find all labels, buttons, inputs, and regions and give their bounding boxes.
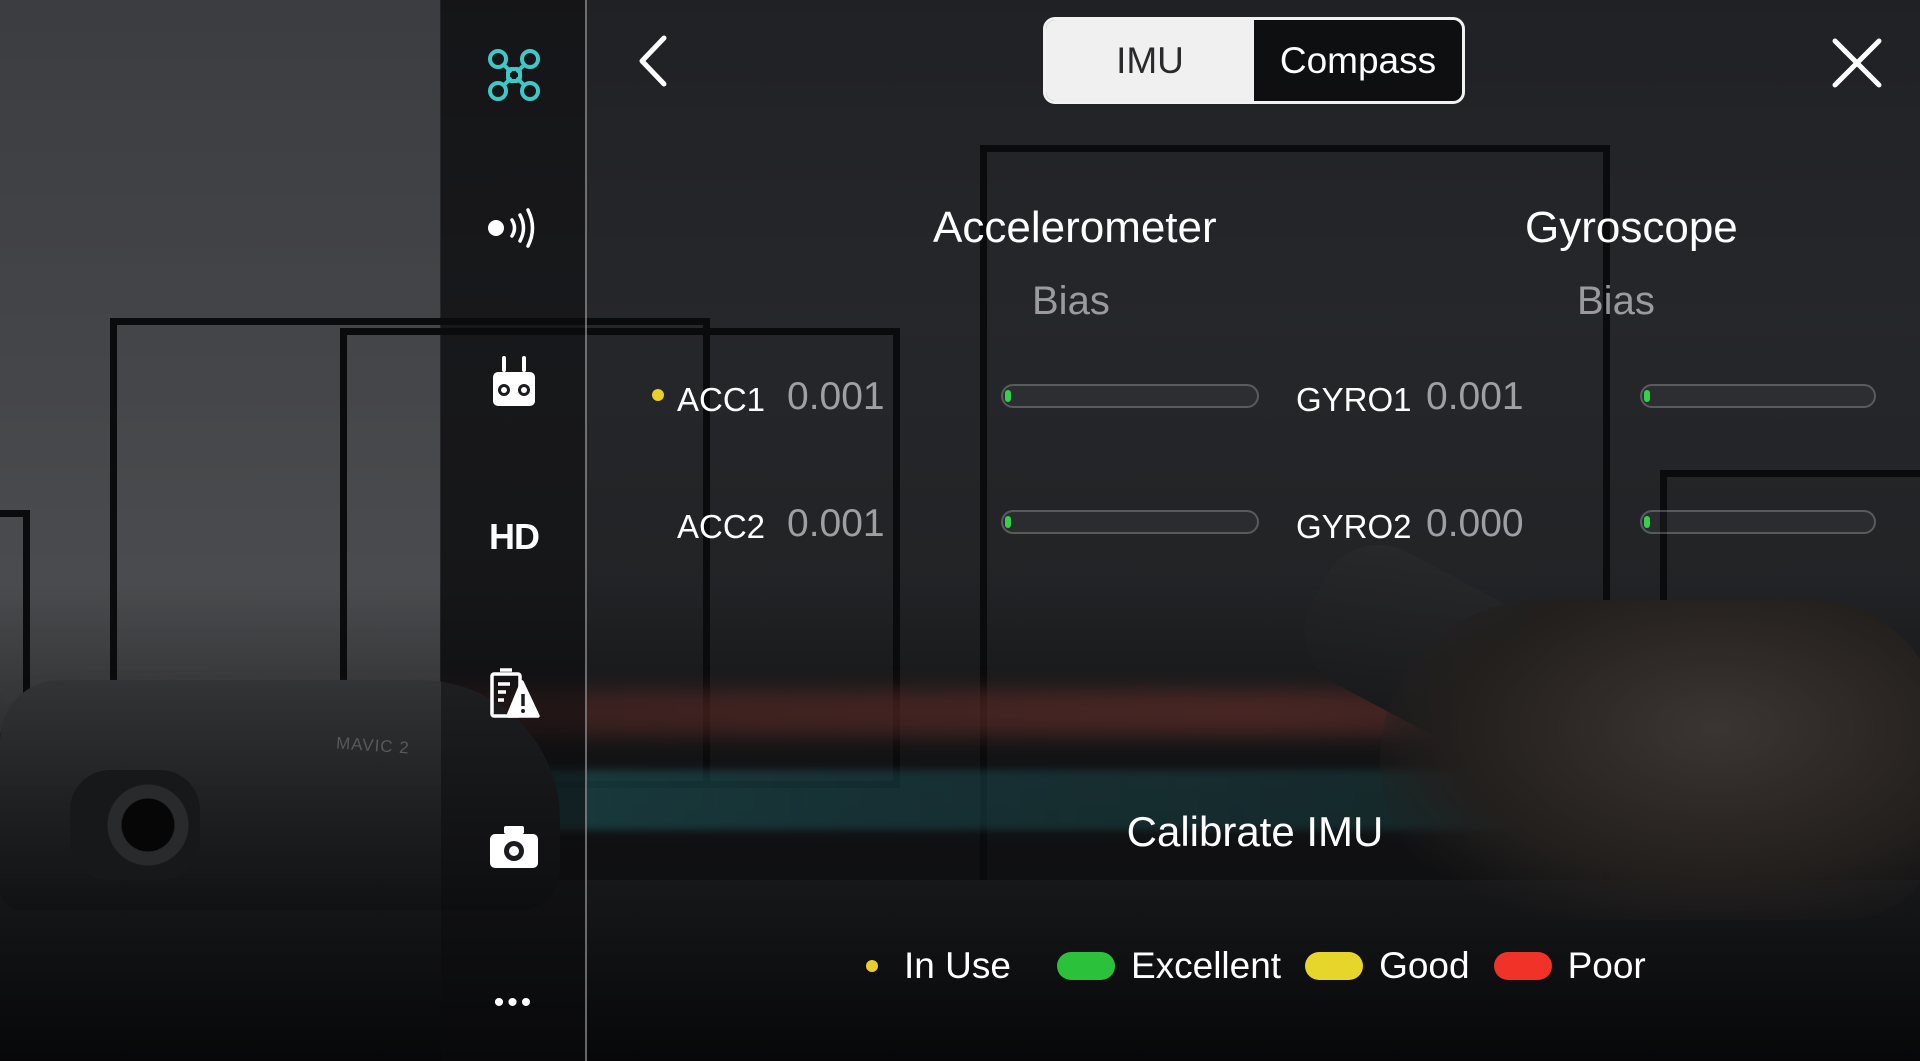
sidebar-item-camera[interactable] xyxy=(441,802,587,892)
accelerometer-bias-label: Bias xyxy=(1032,279,1110,323)
bias-bar-fill xyxy=(1644,516,1650,528)
more-icon: ••• xyxy=(493,986,535,1019)
settings-sidebar: HD ••• xyxy=(441,0,587,1061)
legend-item-in-use: In Use xyxy=(866,945,1011,987)
sensor-value: 0.001 xyxy=(787,375,885,418)
sensor-value: 0.001 xyxy=(787,502,885,545)
in-use-dot-icon xyxy=(866,960,878,972)
accelerometer-title: Accelerometer xyxy=(933,203,1217,252)
in-use-indicator xyxy=(652,389,664,401)
sidebar-item-more[interactable]: ••• xyxy=(441,958,587,1048)
sensor-name: GYRO1 xyxy=(1296,381,1412,418)
legend-item-good: Good xyxy=(1305,945,1470,987)
sidebar-item-remote-controller[interactable] xyxy=(441,338,587,428)
bias-bar-fill xyxy=(1005,516,1011,528)
imu-compass-segmented-control: IMU Compass xyxy=(1043,17,1465,104)
sensor-value: 0.001 xyxy=(1426,375,1524,418)
tab-compass[interactable]: Compass xyxy=(1254,20,1462,101)
aircraft-icon xyxy=(486,47,542,103)
calibrate-imu-button[interactable]: Calibrate IMU xyxy=(1060,800,1450,864)
back-chevron-icon xyxy=(630,35,674,96)
legend: In Use Excellent Good Poor xyxy=(866,940,1670,992)
sidebar-item-signal[interactable] xyxy=(441,183,587,273)
gyroscope-bias-label: Bias xyxy=(1577,279,1655,323)
bias-bar xyxy=(1001,384,1259,408)
battery-alert-icon xyxy=(488,666,540,720)
gyroscope-title: Gyroscope xyxy=(1525,203,1738,252)
bias-bar xyxy=(1640,384,1876,408)
good-swatch-icon xyxy=(1305,952,1364,980)
bias-bar xyxy=(1001,510,1259,534)
bias-bar-fill xyxy=(1644,390,1650,402)
dim-overlay xyxy=(0,0,1920,1061)
bias-bar-fill xyxy=(1005,390,1011,402)
legend-item-poor: Poor xyxy=(1493,945,1646,987)
sidebar-item-battery[interactable] xyxy=(441,648,587,738)
tab-imu[interactable]: IMU xyxy=(1046,20,1254,101)
sidebar-item-aircraft[interactable] xyxy=(441,30,587,120)
legend-label: Good xyxy=(1379,945,1470,986)
signal-icon xyxy=(486,206,542,250)
sensor-name: ACC1 xyxy=(677,381,766,418)
hd-icon: HD xyxy=(489,516,540,557)
sensor-name: ACC2 xyxy=(677,508,766,545)
sensor-name: GYRO2 xyxy=(1296,508,1412,545)
poor-swatch-icon xyxy=(1493,952,1552,980)
legend-label: In Use xyxy=(904,945,1011,986)
excellent-swatch-icon xyxy=(1056,952,1115,980)
remote-controller-icon xyxy=(489,354,539,412)
sidebar-item-hd[interactable]: HD xyxy=(441,492,587,582)
legend-item-excellent: Excellent xyxy=(1056,945,1282,987)
legend-label: Poor xyxy=(1567,945,1646,986)
bias-bar xyxy=(1640,510,1876,534)
legend-label: Excellent xyxy=(1130,945,1282,986)
camera-icon xyxy=(488,824,540,870)
close-icon xyxy=(1830,38,1884,94)
sensor-value: 0.000 xyxy=(1426,502,1524,545)
close-button[interactable] xyxy=(1830,36,1884,90)
back-button[interactable] xyxy=(630,30,674,92)
